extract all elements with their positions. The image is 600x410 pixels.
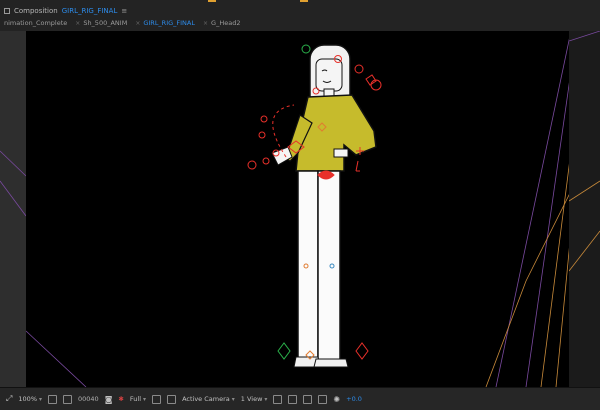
region-icon[interactable]	[152, 394, 162, 404]
composition-viewer[interactable]	[0, 31, 600, 387]
pasteboard	[568, 31, 600, 387]
control-point	[354, 64, 364, 74]
control-point	[355, 160, 360, 172]
foot-control	[355, 342, 369, 360]
tab-label: Sh_500_ANIM	[83, 19, 128, 27]
viewer-toolbar: ⤢ 100% 00040 ◙ ✱ Full Active Camera 1 Vi…	[0, 387, 600, 410]
composition-canvas[interactable]	[26, 31, 569, 387]
close-icon[interactable]: ×	[75, 20, 80, 27]
camera-icon[interactable]: ◙	[105, 395, 113, 404]
exposure-icon[interactable]: ✺	[333, 395, 340, 404]
control-point	[301, 44, 311, 54]
magnify-icon[interactable]: ⤢	[6, 394, 12, 404]
guide-line	[0, 180, 27, 217]
face	[315, 58, 343, 92]
panel-label: Composition	[14, 7, 58, 15]
tab-g-head2[interactable]: × G_Head2	[199, 19, 244, 27]
control-point	[260, 115, 268, 123]
panel-title: Composition GIRL_RIG_FINAL ≡	[4, 6, 127, 16]
comp-tabs: nimation_Complete × Sh_500_ANIM × GIRL_R…	[0, 18, 244, 28]
right-leg	[317, 170, 341, 362]
lock-icon[interactable]	[4, 8, 10, 14]
foot-control	[277, 342, 291, 360]
right-shoe	[313, 358, 349, 368]
girl-rig-artwork	[26, 38, 569, 387]
control-point	[247, 160, 257, 170]
color-channel-icon[interactable]: ✱	[118, 395, 123, 403]
exposure-value[interactable]: +0.0	[346, 395, 362, 403]
transparency-grid-icon[interactable]	[167, 394, 177, 404]
time-marker	[300, 0, 308, 2]
tab-label: nimation_Complete	[4, 19, 68, 27]
close-icon[interactable]: ×	[203, 20, 208, 27]
views-dropdown[interactable]: 1 View	[241, 395, 268, 403]
timeline-icon[interactable]	[303, 394, 313, 404]
shirt	[295, 94, 377, 172]
comp-name: GIRL_RIG_FINAL	[61, 7, 118, 15]
grid-icon[interactable]	[63, 394, 73, 404]
hand-on-hip	[333, 148, 349, 158]
toggle-pixel-icon[interactable]	[273, 394, 283, 404]
character-body	[271, 44, 377, 368]
time-marker	[208, 0, 216, 2]
guide-lines-pasteboard	[568, 31, 600, 272]
tab-sh-500-anim[interactable]: × Sh_500_ANIM	[71, 19, 131, 27]
control-point	[258, 131, 266, 139]
composition-panel-header: Composition GIRL_RIG_FINAL ≡ nimation_Co…	[0, 0, 600, 32]
tab-animation-complete[interactable]: nimation_Complete	[0, 19, 71, 27]
flowchart-icon[interactable]	[318, 394, 328, 404]
tab-girl-rig-final[interactable]: × GIRL_RIG_FINAL	[131, 19, 199, 27]
tab-label: GIRL_RIG_FINAL	[143, 19, 195, 27]
hamburger-icon[interactable]: ≡	[121, 7, 127, 15]
fast-preview-icon[interactable]	[288, 394, 298, 404]
guide-line	[0, 150, 27, 177]
resolution-dropdown[interactable]: Full	[130, 395, 146, 403]
timecode[interactable]: 00040	[78, 395, 99, 403]
zoom-dropdown[interactable]: 100%	[18, 395, 42, 403]
camera-dropdown[interactable]: Active Camera	[182, 395, 235, 403]
control-point	[262, 157, 270, 165]
tab-label: G_Head2	[211, 19, 241, 27]
fit-icon[interactable]	[48, 394, 58, 404]
close-icon[interactable]: ×	[135, 20, 140, 27]
